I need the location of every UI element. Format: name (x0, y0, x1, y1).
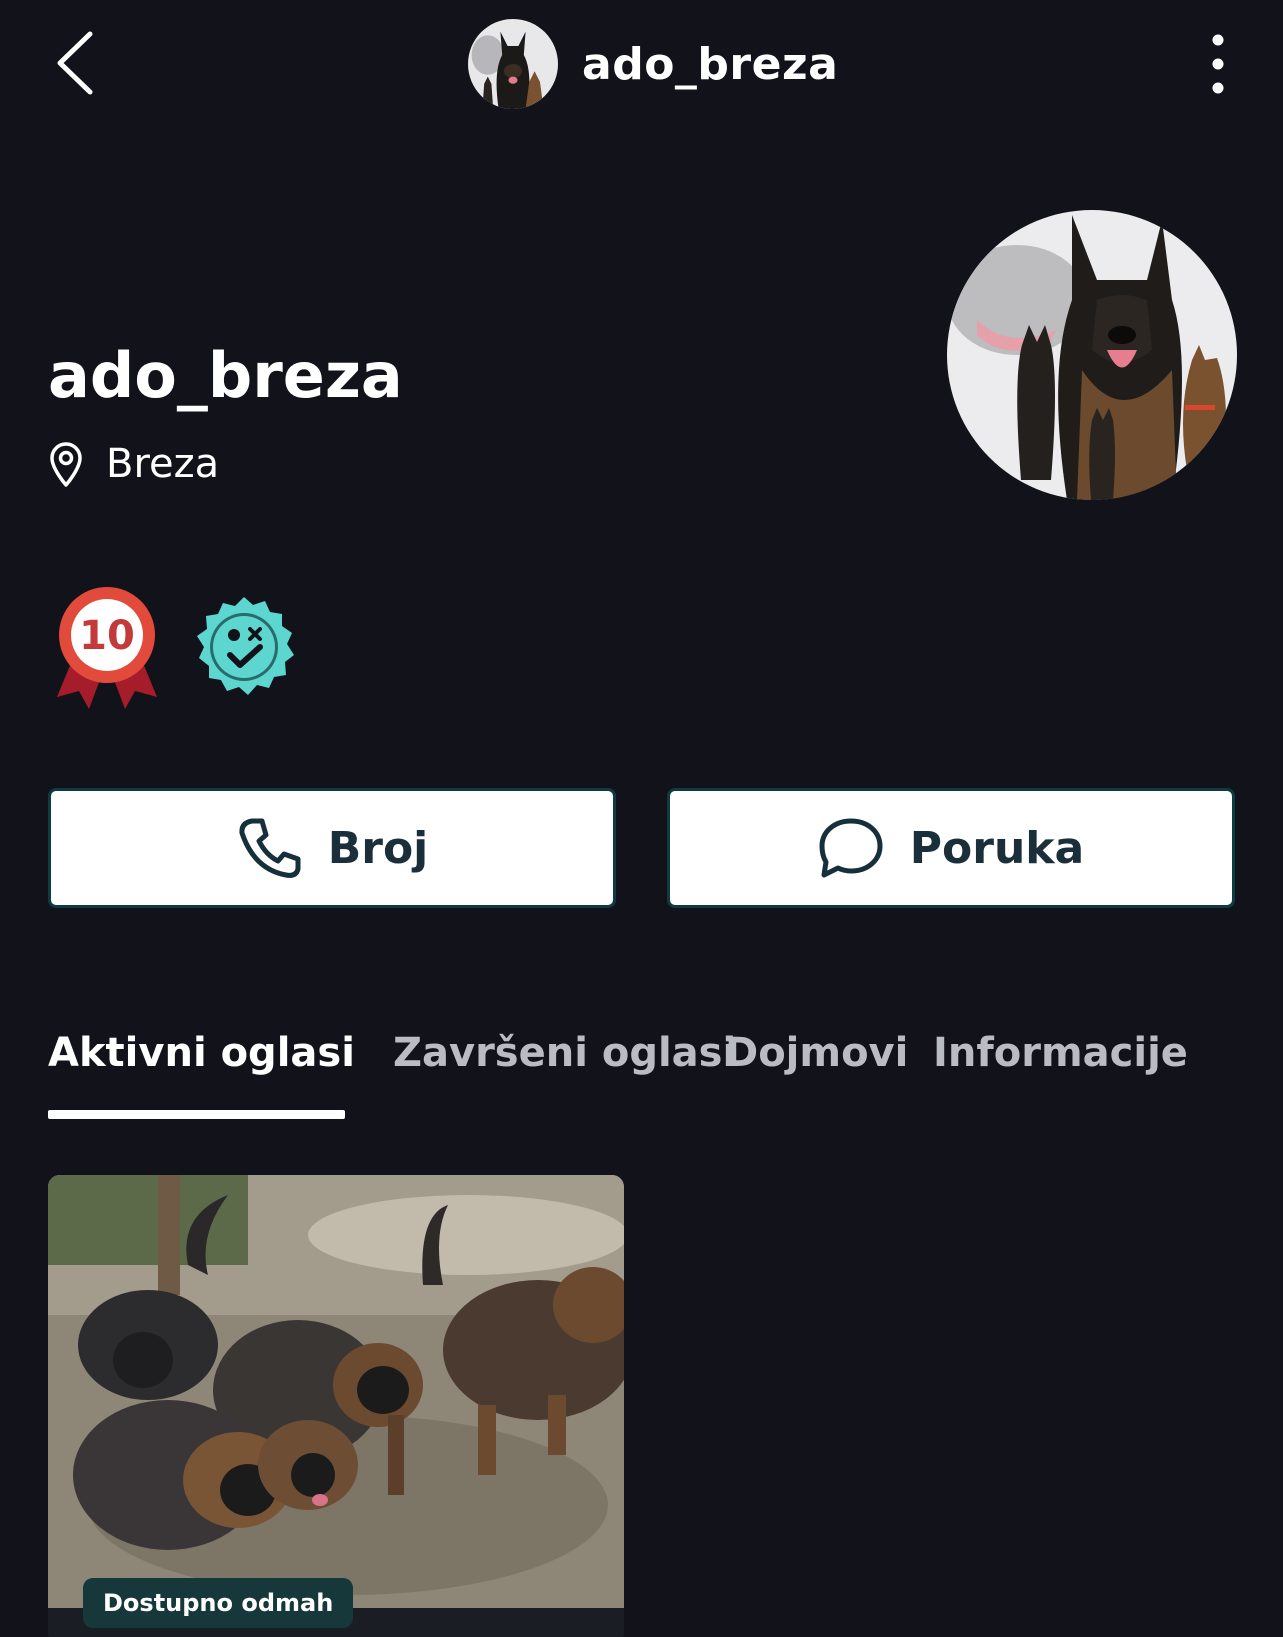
call-button[interactable]: Broj (48, 788, 616, 908)
tab-active-listings[interactable]: Aktivni oglasi (48, 1030, 355, 1076)
profile-name: ado_breza (48, 339, 403, 412)
profile-page: ado_breza ado_breza Breza 10 Broj Poruka… (0, 0, 1283, 1637)
chevron-left-icon (57, 31, 93, 95)
top-avatar (468, 19, 558, 109)
active-tab-indicator (48, 1110, 345, 1119)
award-badge[interactable]: 10 (55, 585, 159, 709)
verified-seal-icon (197, 597, 294, 695)
message-button[interactable]: Poruka (667, 788, 1235, 908)
verified-badge[interactable] (192, 595, 296, 699)
listing-card[interactable]: Dostupno odmah (48, 1175, 624, 1637)
profile-location: Breza (48, 440, 219, 488)
back-button[interactable] (52, 30, 104, 96)
top-profile-header[interactable]: ado_breza (468, 18, 838, 110)
message-button-label: Poruka (909, 822, 1085, 874)
phone-icon (239, 818, 301, 878)
top-username: ado_breza (582, 38, 839, 90)
location-text: Breza (106, 441, 220, 487)
top-bar: ado_breza (0, 0, 1283, 125)
profile-avatar[interactable] (947, 210, 1237, 500)
availability-badge: Dostupno odmah (83, 1578, 354, 1628)
profile-tabs: Aktivni oglasi Završeni oglasi Dojmovi I… (48, 1030, 1248, 1120)
more-vertical-icon (1212, 34, 1224, 94)
award-count-text: 10 (79, 613, 135, 659)
more-options-button[interactable] (1200, 32, 1236, 96)
call-button-label: Broj (327, 822, 429, 874)
award-ribbon-icon: 10 (57, 587, 157, 709)
tab-information[interactable]: Informacije (933, 1030, 1188, 1076)
chat-bubble-icon (819, 818, 883, 878)
tab-reviews[interactable]: Dojmovi (725, 1030, 908, 1076)
tab-finished-listings[interactable]: Završeni oglasi (393, 1030, 736, 1076)
map-pin-icon (50, 442, 82, 487)
listing-photo (48, 1175, 624, 1608)
